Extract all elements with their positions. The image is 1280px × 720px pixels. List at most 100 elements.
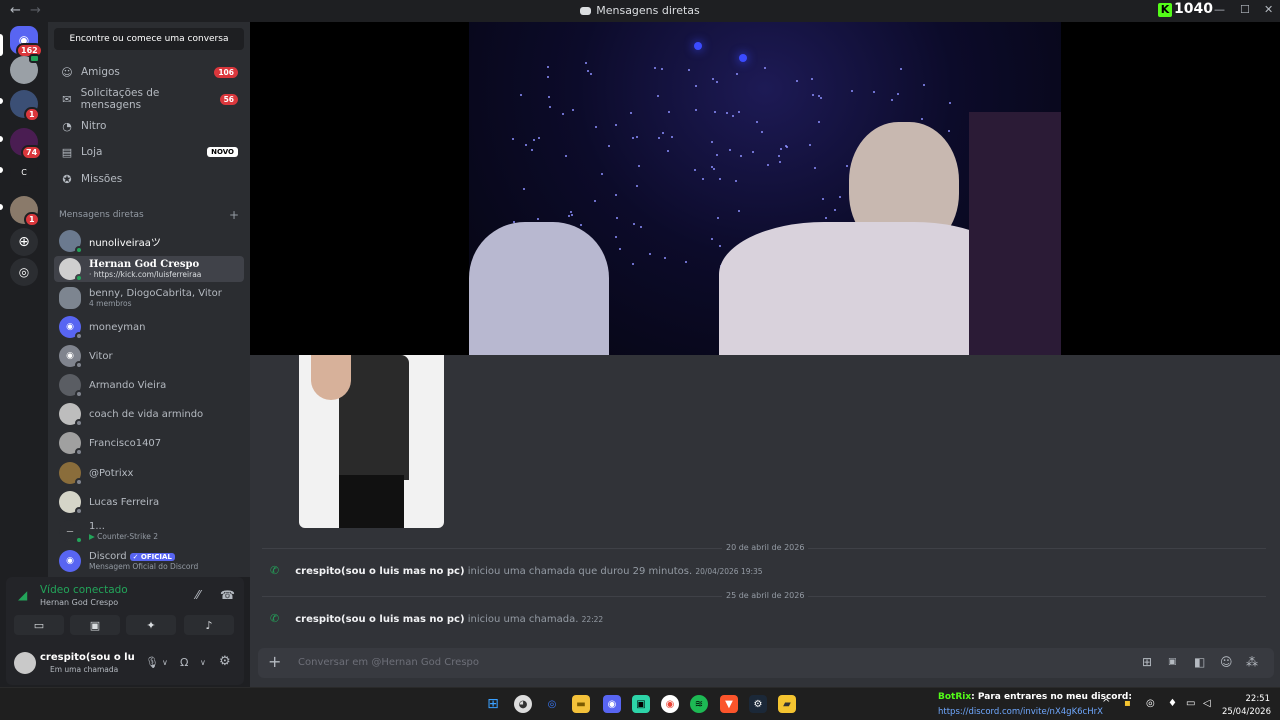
brave-icon[interactable]: ▼ bbox=[720, 695, 738, 713]
dm-item[interactable]: Lucas Ferreira bbox=[54, 489, 244, 515]
star-light bbox=[662, 132, 664, 134]
dm-item[interactable]: coach de vida armindo bbox=[54, 401, 244, 427]
avatar bbox=[59, 230, 83, 254]
avatar[interactable] bbox=[14, 652, 36, 674]
tray-app-icon[interactable]: ◎ bbox=[1146, 698, 1155, 709]
chrome-icon[interactable]: ◉ bbox=[661, 695, 679, 713]
gift-icon[interactable]: ⊞ bbox=[1142, 655, 1152, 669]
discover-button[interactable]: ◎ bbox=[10, 258, 38, 286]
star-light bbox=[694, 169, 696, 171]
network-icon[interactable]: ▭ bbox=[1186, 698, 1195, 709]
dm-item[interactable]: benny, DiogoCabrita, Vitor 4 membros bbox=[54, 285, 244, 311]
nav-message-requests[interactable]: ✉ Solicitações de mensagens 56 bbox=[54, 87, 244, 111]
tray-app-icon[interactable]: ▪ bbox=[1124, 698, 1131, 709]
star-light bbox=[779, 161, 781, 163]
gif-icon[interactable]: ▣ bbox=[1168, 657, 1177, 667]
nav-nitro[interactable]: ◔ Nitro bbox=[54, 114, 244, 138]
star-light bbox=[740, 155, 742, 157]
volume-icon[interactable]: ◁ bbox=[1203, 698, 1211, 709]
server-icon[interactable]: 74 bbox=[10, 128, 43, 160]
video-call-area[interactable] bbox=[250, 22, 1280, 355]
star-light bbox=[632, 137, 634, 139]
star-light bbox=[735, 180, 737, 182]
dm-item-selected[interactable]: Hernan God Crespo · https://kick.com/luis… bbox=[54, 256, 244, 282]
camera-toggle-button[interactable]: ▭ bbox=[14, 615, 64, 635]
app-icon[interactable]: ◕ bbox=[514, 695, 532, 713]
dm-item[interactable]: Francisco1407 bbox=[54, 430, 244, 456]
message-composer[interactable]: + Conversar em @Hernan God Crespo ⊞ ▣ ◧ … bbox=[258, 648, 1274, 678]
star-light bbox=[785, 145, 787, 147]
new-tag: NOVO bbox=[207, 147, 238, 157]
minimize-button[interactable]: — bbox=[1214, 3, 1225, 16]
star-light bbox=[702, 178, 704, 180]
video-stream[interactable] bbox=[469, 22, 1061, 355]
disconnect-icon[interactable]: ☎ bbox=[220, 588, 235, 602]
close-button[interactable]: ✕ bbox=[1264, 3, 1273, 16]
spotify-icon[interactable]: ≋ bbox=[690, 695, 708, 713]
steam-icon[interactable]: ⚙ bbox=[749, 695, 767, 713]
star-light bbox=[780, 148, 782, 150]
system-clock[interactable]: 22:51 25/04/2026 bbox=[1222, 693, 1271, 719]
username[interactable]: crespito(sou o luis... bbox=[40, 652, 135, 663]
server-badge: 1 bbox=[24, 212, 40, 227]
windows-start-icon[interactable]: ⊞ bbox=[484, 695, 502, 713]
voice-status[interactable]: Vídeo conectado bbox=[40, 584, 128, 596]
attach-plus-icon[interactable]: + bbox=[268, 652, 281, 671]
create-dm-icon[interactable]: + bbox=[229, 208, 239, 222]
star-light bbox=[764, 67, 766, 69]
file-explorer-icon[interactable]: ▬ bbox=[572, 695, 590, 713]
headphones-icon[interactable]: Ω bbox=[180, 656, 188, 669]
home-button[interactable]: ◉ 162 bbox=[10, 26, 43, 58]
nav-shop[interactable]: ▤ Loja NOVO bbox=[54, 140, 244, 164]
add-server-button[interactable]: ⊕ bbox=[10, 228, 38, 256]
dm-item[interactable]: ◉ Discord ✓ OFICIAL Mensagem Oficial do Di… bbox=[54, 548, 244, 574]
screen-share-button[interactable]: ▣ bbox=[70, 615, 120, 635]
chevron-up-icon[interactable]: ^ bbox=[1102, 698, 1110, 709]
gear-icon[interactable]: ⚙ bbox=[219, 654, 231, 669]
app-icon[interactable]: ▰ bbox=[778, 695, 796, 713]
chevron-down-icon[interactable]: ∨ bbox=[162, 658, 168, 667]
star-light bbox=[562, 113, 564, 115]
sticker-icon[interactable]: ◧ bbox=[1194, 655, 1205, 669]
emoji-icon[interactable]: ☺ bbox=[1220, 655, 1233, 669]
star-light bbox=[537, 218, 539, 220]
dm-item[interactable]: @Potrixx bbox=[54, 460, 244, 486]
dm-item[interactable]: ◉ Vitor bbox=[54, 343, 244, 369]
noise-suppression-icon[interactable]: ⁄⁄ bbox=[196, 588, 200, 602]
star-light bbox=[923, 84, 925, 86]
star-light bbox=[568, 215, 570, 217]
window-title: Mensagens diretas bbox=[0, 4, 1280, 17]
invite-link[interactable]: https://discord.com/invite/nX4gK6cHrX bbox=[938, 707, 1103, 717]
avatar bbox=[59, 403, 83, 427]
dm-item[interactable]: nunoliveiraaツ bbox=[54, 228, 244, 254]
server-icon[interactable] bbox=[10, 54, 40, 84]
search-button[interactable]: Encontre ou comece uma conversa bbox=[54, 28, 244, 50]
microphone-icon[interactable]: 🎙 bbox=[145, 656, 159, 669]
chevron-down-icon[interactable]: ∨ bbox=[200, 658, 206, 667]
star-light bbox=[716, 81, 718, 83]
avatar: ◉ bbox=[59, 316, 83, 340]
message-input[interactable]: Conversar em @Hernan God Crespo bbox=[298, 657, 479, 668]
server-icon[interactable]: 1 bbox=[10, 90, 40, 122]
server-icon[interactable]: C bbox=[10, 158, 38, 186]
nav-friends[interactable]: ☺ Amigos 106 bbox=[54, 60, 244, 84]
apps-icon[interactable]: ⁂ bbox=[1246, 655, 1258, 669]
image-attachment[interactable] bbox=[299, 355, 444, 528]
dm-item[interactable]: Armando Vieira bbox=[54, 372, 244, 398]
star-light bbox=[594, 200, 596, 202]
light bbox=[694, 42, 702, 50]
maximize-button[interactable]: ☐ bbox=[1240, 3, 1250, 16]
dm-item[interactable]: ◉ moneyman bbox=[54, 314, 244, 340]
dm-item[interactable]: — 1... ▶ Counter-Strike 2 bbox=[54, 518, 244, 544]
activities-button[interactable]: ✦ bbox=[126, 615, 176, 635]
star-light bbox=[671, 136, 673, 138]
soundboard-button[interactable]: ♪ bbox=[184, 615, 234, 635]
nav-quests[interactable]: ✪ Missões bbox=[54, 167, 244, 191]
discord-taskbar-icon[interactable]: ◉ bbox=[603, 695, 621, 713]
star-light bbox=[719, 245, 721, 247]
app-icon[interactable]: ▣ bbox=[632, 695, 650, 713]
title-bar: ← → Mensagens diretas K 1040 — ☐ ✕ bbox=[0, 0, 1280, 22]
server-icon[interactable]: 1 bbox=[10, 196, 40, 227]
microphone-tray-icon[interactable]: ♦ bbox=[1168, 698, 1177, 709]
app-icon[interactable]: ◎ bbox=[543, 695, 561, 713]
